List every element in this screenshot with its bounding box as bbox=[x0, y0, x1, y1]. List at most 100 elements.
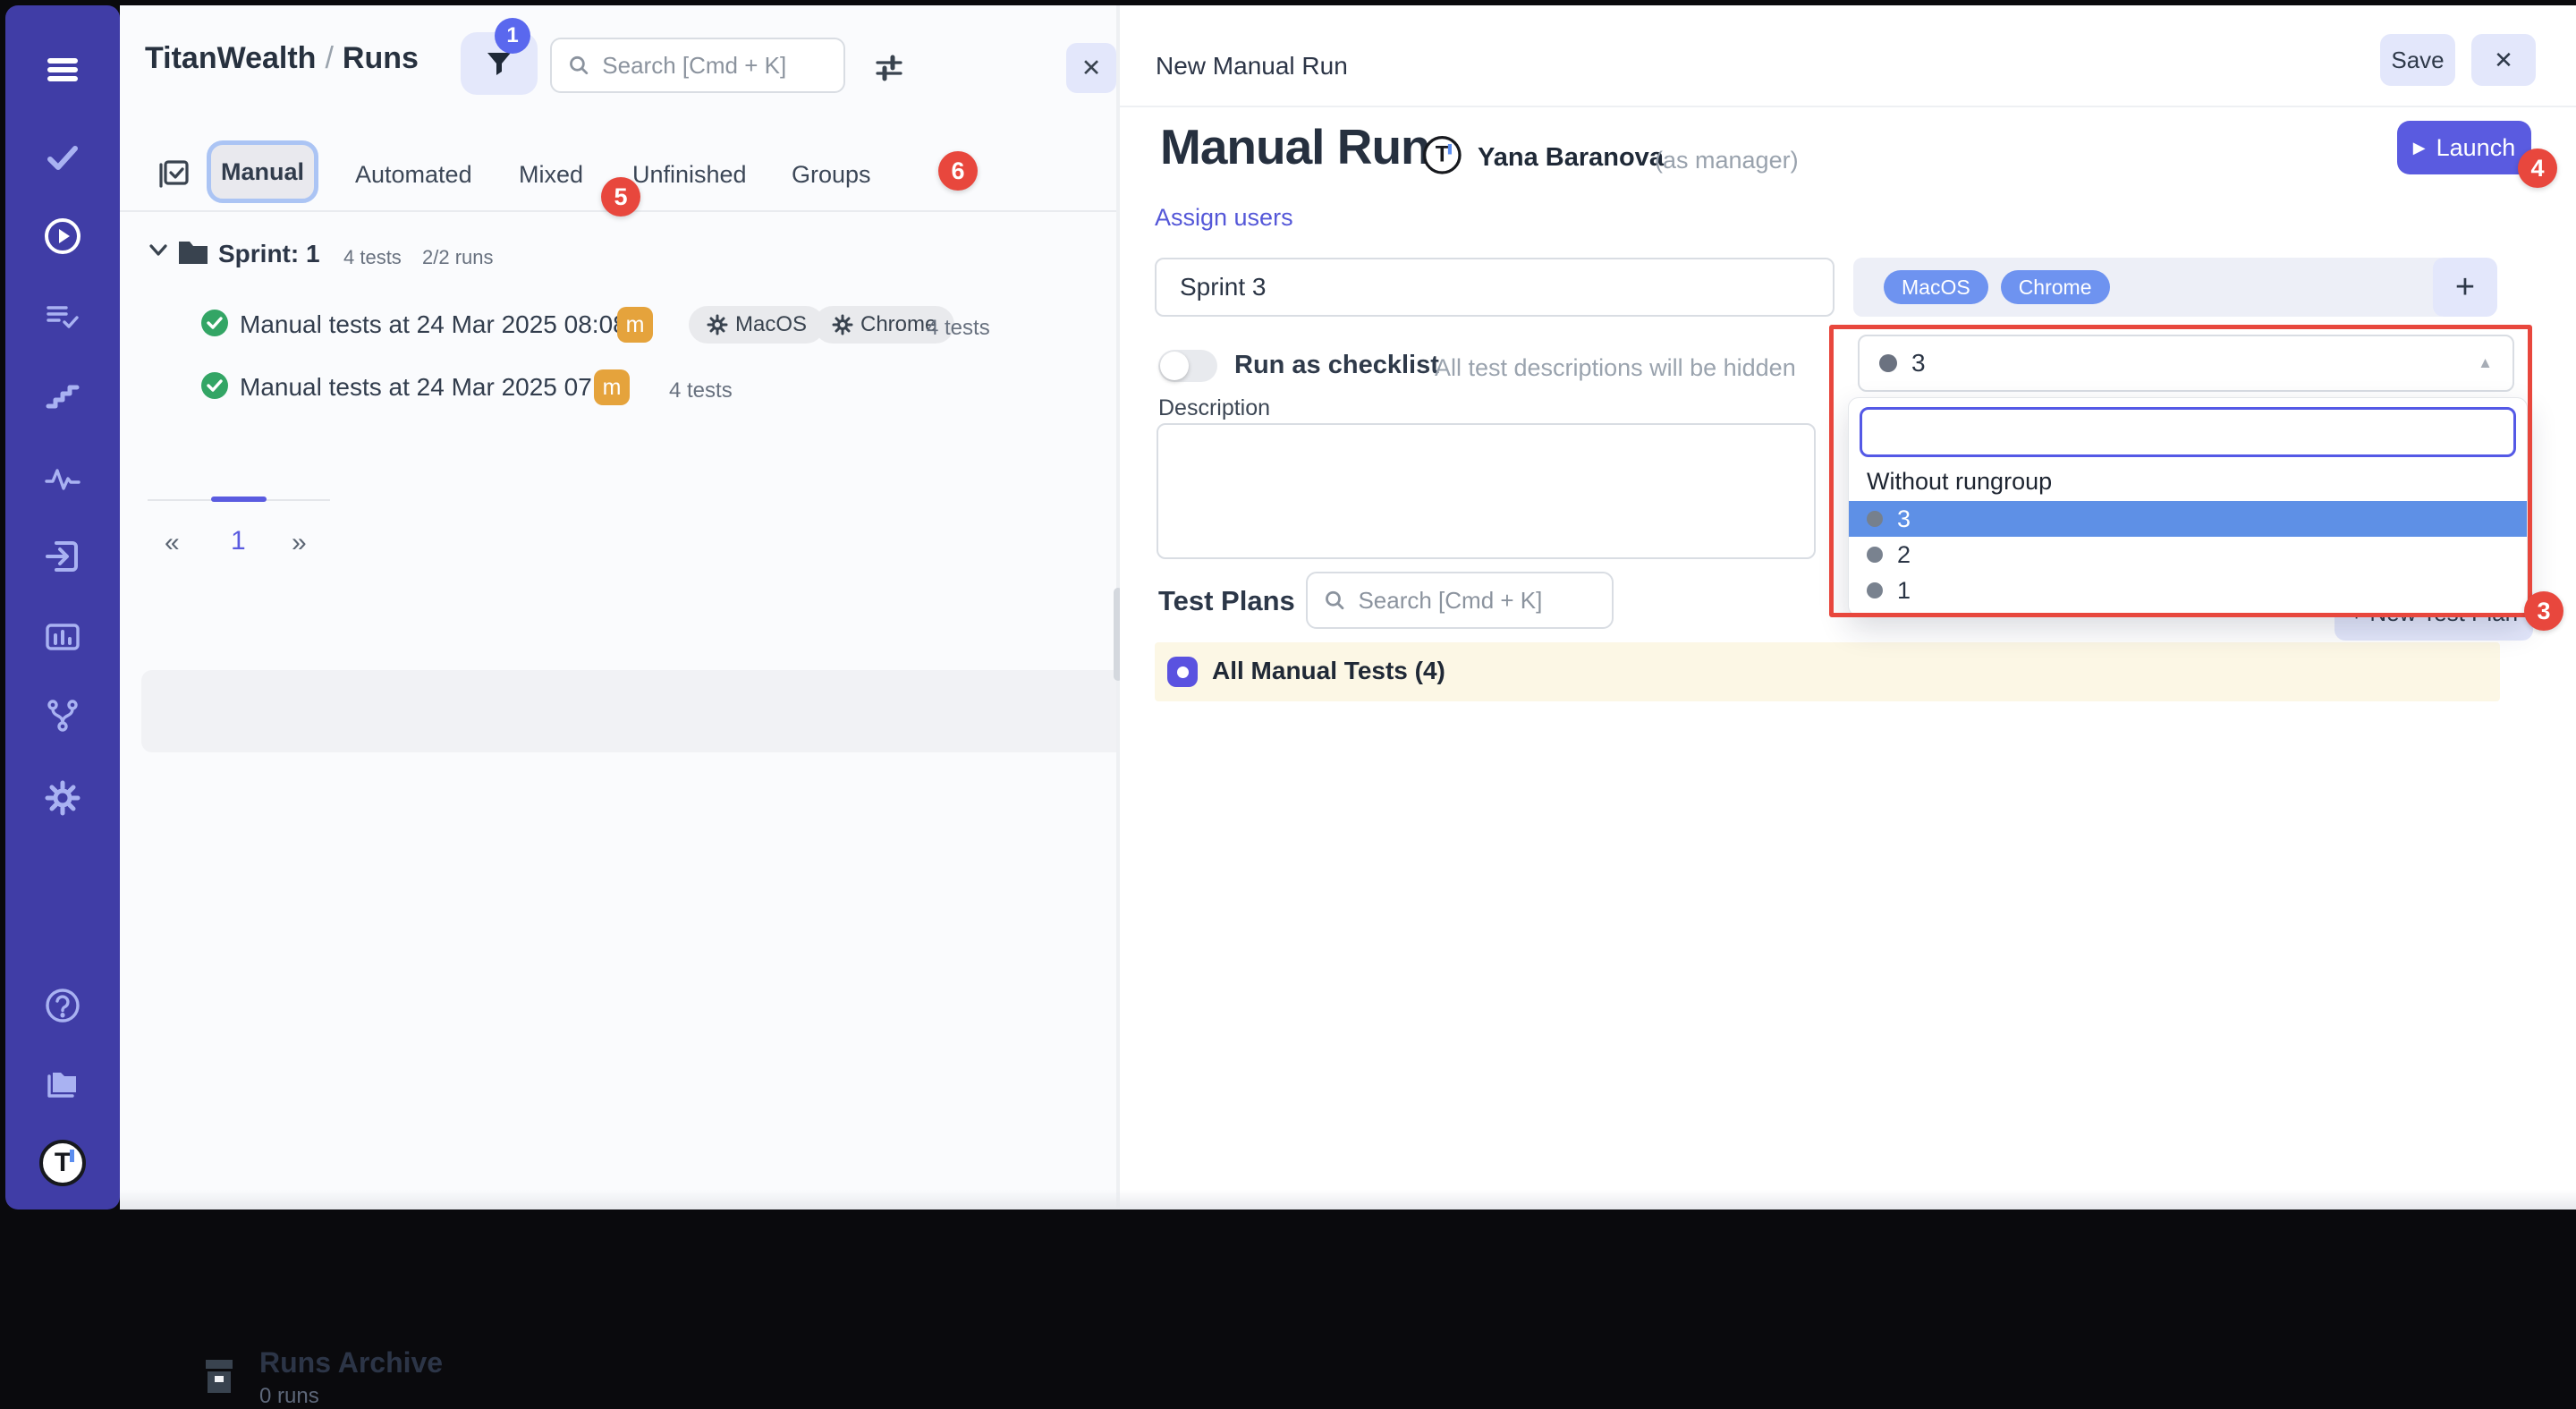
rungroup-group-header: Without rungroup bbox=[1849, 466, 2527, 501]
launch-button[interactable]: ▶ Launch bbox=[2397, 121, 2531, 174]
archive-icon bbox=[199, 1354, 240, 1402]
projects-folders-icon[interactable] bbox=[38, 1059, 88, 1109]
test-plans-search[interactable] bbox=[1306, 572, 1614, 629]
logo-letter: T bbox=[39, 1140, 86, 1186]
run-as-checklist-toggle[interactable] bbox=[1158, 350, 1217, 382]
launch-label: Launch bbox=[2436, 134, 2516, 162]
check-circle-icon bbox=[200, 371, 229, 404]
collapse-panel-button[interactable]: ✕ bbox=[1066, 43, 1116, 93]
breadcrumb-page: Runs bbox=[343, 41, 419, 75]
clipboard-check-icon[interactable] bbox=[156, 156, 191, 196]
checklist-hint: All test descriptions will be hidden bbox=[1435, 354, 1796, 382]
folder-tests-count: 4 tests bbox=[343, 246, 402, 269]
runs-search[interactable] bbox=[550, 38, 845, 93]
all-manual-tests-label: All Manual Tests (4) bbox=[1212, 657, 1445, 685]
run-row-title[interactable]: Manual tests at 24 Mar 2025 08:08 bbox=[240, 310, 627, 339]
save-button[interactable]: Save bbox=[2380, 34, 2455, 86]
annotation-badge-4: 4 bbox=[2518, 149, 2557, 188]
panel-title: New Manual Run bbox=[1156, 52, 1348, 81]
run-type-badge: m bbox=[617, 307, 653, 343]
folder-runs-count: 2/2 runs bbox=[422, 246, 494, 269]
tab-groups[interactable]: Groups bbox=[792, 161, 871, 189]
all-manual-tests-row[interactable]: All Manual Tests (4) bbox=[1155, 642, 2500, 701]
search-icon bbox=[1324, 588, 1345, 613]
steps-icon[interactable] bbox=[38, 372, 88, 422]
env-pill-chrome[interactable]: Chrome bbox=[2001, 270, 2110, 304]
breadcrumb-project[interactable]: TitanWealth bbox=[145, 41, 316, 75]
rungroup-selected-value: 3 bbox=[1911, 349, 2478, 378]
description-label: Description bbox=[1158, 395, 1270, 421]
description-textarea[interactable] bbox=[1157, 423, 1816, 559]
settings-gear-icon[interactable] bbox=[38, 773, 88, 823]
tab-mixed[interactable]: Mixed bbox=[519, 161, 583, 189]
annotation-badge-5: 5 bbox=[601, 177, 640, 216]
chevron-down-icon[interactable] bbox=[148, 243, 168, 262]
branch-icon[interactable] bbox=[38, 691, 88, 741]
header-divider bbox=[1120, 106, 2576, 107]
sign-in-icon[interactable] bbox=[38, 531, 88, 581]
env-badge-macos: MacOS bbox=[689, 306, 825, 344]
activity-icon[interactable] bbox=[38, 453, 88, 503]
owner-name: Yana Baranova bbox=[1478, 143, 1664, 173]
filter-count-badge: 1 bbox=[495, 18, 530, 54]
search-icon bbox=[568, 53, 589, 78]
sliders-icon[interactable] bbox=[873, 52, 905, 89]
run-name-input[interactable] bbox=[1155, 258, 1835, 317]
menu-icon[interactable] bbox=[38, 45, 88, 95]
assign-users-link[interactable]: Assign users bbox=[1155, 204, 1293, 232]
run-type-badge: m bbox=[594, 369, 630, 405]
env-badge-label: MacOS bbox=[735, 312, 807, 337]
check-circle-icon bbox=[200, 309, 229, 342]
archive-title: Runs Archive bbox=[259, 1346, 443, 1379]
bottom-scroll-fade bbox=[120, 1190, 2576, 1210]
reports-icon[interactable] bbox=[38, 612, 88, 662]
new-run-panel: New Manual Run Save ✕ Manual Run T Yana … bbox=[1120, 5, 2576, 1210]
search-input[interactable] bbox=[602, 52, 827, 80]
tasks-check-icon[interactable] bbox=[38, 132, 88, 182]
avatar-letter: T bbox=[1423, 136, 1462, 174]
folder-icon bbox=[177, 238, 209, 271]
rungroup-dot-icon bbox=[1879, 354, 1897, 372]
run-row-title[interactable]: Manual tests at 24 Mar 2025 07:57 bbox=[240, 373, 627, 402]
run-title-heading: Manual Run bbox=[1160, 118, 1430, 175]
owner-role: (as manager) bbox=[1655, 147, 1799, 174]
rungroup-select[interactable]: 3 ▲ bbox=[1858, 335, 2514, 392]
pagination-prev-button[interactable]: « bbox=[165, 528, 180, 558]
rungroup-option-2[interactable]: 2 bbox=[1849, 537, 2527, 573]
add-environment-button[interactable]: + bbox=[2433, 258, 2497, 317]
tab-automated[interactable]: Automated bbox=[355, 161, 472, 189]
folder-name[interactable]: Sprint: 1 bbox=[218, 240, 320, 268]
run-tests-count: 4 tests bbox=[927, 316, 990, 341]
sidebar: T bbox=[5, 5, 120, 1210]
tab-manual[interactable]: Manual bbox=[207, 140, 318, 203]
runs-play-icon[interactable] bbox=[38, 211, 88, 261]
run-tests-count: 4 tests bbox=[669, 378, 733, 403]
radio-selected-icon[interactable] bbox=[1167, 657, 1198, 687]
archive-count: 0 runs bbox=[259, 1384, 319, 1409]
pagination-page-1[interactable]: 1 bbox=[231, 526, 246, 556]
play-icon: ▶ bbox=[2413, 139, 2426, 157]
rungroup-search-input[interactable] bbox=[1860, 407, 2516, 457]
env-pill-macos[interactable]: MacOS bbox=[1884, 270, 1988, 304]
runs-panel: TitanWealth/Runs 1 ✕ Manual Automated Mi… bbox=[120, 5, 1116, 1210]
close-icon[interactable]: ✕ bbox=[2471, 34, 2536, 86]
test-plans-search-input[interactable] bbox=[1358, 587, 1596, 615]
avatar: T bbox=[1423, 136, 1462, 174]
gear-icon bbox=[832, 314, 853, 335]
checklist-icon[interactable] bbox=[38, 292, 88, 342]
rungroup-option-1[interactable]: 1 bbox=[1849, 573, 2527, 608]
rungroup-dropdown: Without rungroup 3 2 1 bbox=[1848, 397, 2528, 616]
pagination-next-button[interactable]: » bbox=[292, 528, 307, 558]
test-plans-title: Test Plans bbox=[1158, 585, 1295, 617]
runs-archive-row[interactable]: Runs Archive 0 runs bbox=[141, 670, 1116, 752]
help-icon[interactable] bbox=[38, 980, 88, 1031]
environments-box[interactable]: MacOS Chrome bbox=[1853, 258, 2448, 317]
profile-logo[interactable]: T bbox=[38, 1138, 88, 1188]
app-window: T TitanWealth/Runs 1 ✕ Manual Automated … bbox=[0, 0, 2576, 1220]
pagination-active-indicator bbox=[211, 497, 267, 502]
annotation-badge-3: 3 bbox=[2524, 591, 2563, 631]
tab-unfinished[interactable]: Unfinished bbox=[632, 161, 747, 189]
env-badge-label: Chrome bbox=[860, 312, 936, 337]
rungroup-option-3[interactable]: 3 bbox=[1849, 501, 2527, 537]
option-dot-icon bbox=[1867, 511, 1883, 527]
